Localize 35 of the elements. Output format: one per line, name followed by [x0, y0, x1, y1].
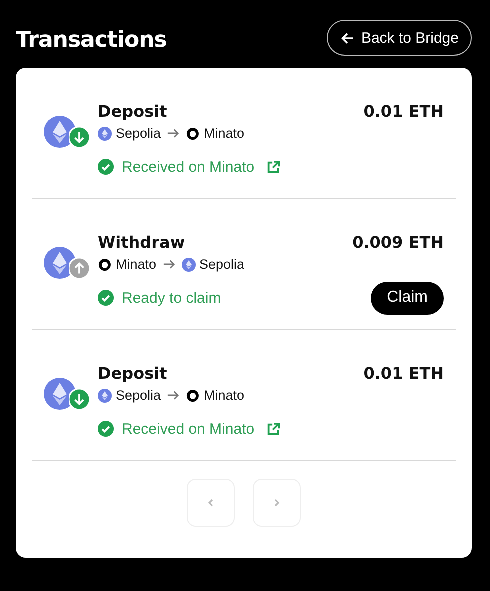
ethereum-icon: [98, 388, 112, 402]
status-text: Received on Minato: [122, 420, 255, 438]
transaction-amount: 0.01 ETH: [364, 102, 444, 121]
transaction-type: Withdraw: [98, 233, 186, 252]
ethereum-icon: [98, 126, 112, 140]
chevron-left-icon: [206, 498, 216, 508]
back-button[interactable]: Back to Bridge: [327, 20, 472, 56]
transaction-amount: 0.01 ETH: [364, 364, 444, 383]
ring-icon: [186, 126, 200, 140]
network-name: Minato: [116, 257, 157, 272]
external-link-icon[interactable]: [266, 422, 281, 436]
chevron-right-icon: [272, 498, 282, 508]
transaction-type: Deposit: [98, 102, 168, 121]
transaction-amount: 0.009 ETH: [352, 233, 444, 252]
ring-icon: [98, 258, 112, 272]
status-text: Ready to claim: [122, 290, 222, 306]
ring-icon: [186, 388, 200, 402]
check-circle-icon: [98, 290, 114, 306]
network-name: Sepolia: [116, 126, 162, 141]
arrow-right-icon: [167, 389, 180, 402]
arrow-left-icon: [340, 30, 356, 46]
arrow-right-icon: [162, 258, 176, 271]
arrow-right-icon: [167, 127, 180, 140]
network-name: Minato: [204, 126, 245, 141]
network-name: Sepolia: [200, 257, 245, 272]
external-link-icon[interactable]: [266, 160, 281, 174]
network-name: Minato: [204, 388, 245, 403]
ethereum-icon: [182, 258, 196, 272]
check-circle-icon: [98, 159, 114, 175]
network-name: Sepolia: [116, 388, 162, 403]
check-circle-icon: [98, 421, 114, 437]
claim-button[interactable]: Claim: [371, 282, 444, 314]
page-title: Transactions: [16, 28, 167, 52]
status-text: Received on Minato: [122, 158, 255, 176]
transaction-type: Deposit: [98, 364, 168, 383]
